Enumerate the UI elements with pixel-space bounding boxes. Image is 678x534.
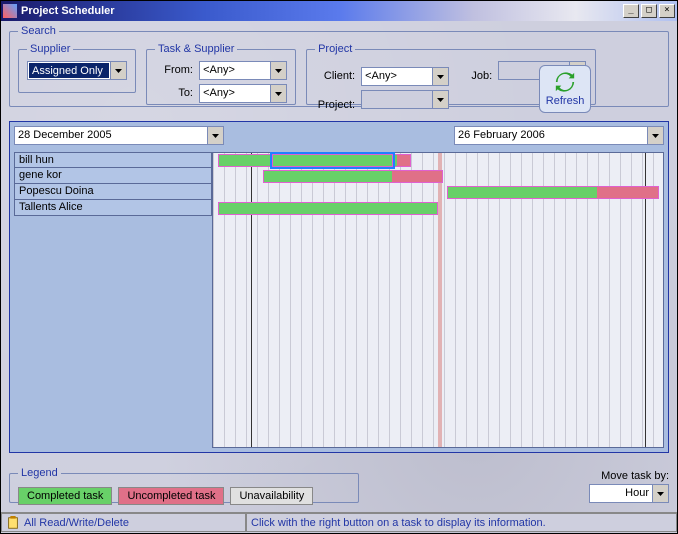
chevron-down-icon bbox=[110, 62, 126, 79]
project-group: Project Client: <Any> Job: bbox=[306, 43, 596, 105]
date-range-bar: 28 December 2005 26 February 2006 bbox=[14, 126, 664, 147]
task-done-segment bbox=[264, 171, 392, 182]
to-combo-value: <Any> bbox=[200, 85, 270, 102]
gantt-panel: 28 December 2005 26 February 2006 bill h… bbox=[9, 121, 669, 453]
app-icon bbox=[3, 4, 17, 18]
chevron-down-icon bbox=[270, 85, 286, 102]
status-permissions: All Read/Write/Delete bbox=[1, 513, 246, 532]
client-combo[interactable]: <Any> bbox=[361, 67, 449, 86]
task-supplier-legend: Task & Supplier bbox=[155, 43, 237, 55]
legend-completed: Completed task bbox=[18, 487, 112, 505]
project-combo[interactable] bbox=[361, 90, 449, 109]
client-combo-value: <Any> bbox=[362, 68, 432, 85]
project-combo-value bbox=[362, 91, 432, 108]
move-task-combo[interactable]: Hour bbox=[589, 484, 669, 503]
client-label: Client: bbox=[315, 70, 355, 82]
status-bar: All Read/Write/Delete Click with the rig… bbox=[1, 512, 677, 533]
range-start-marker bbox=[251, 153, 252, 447]
window-title: Project Scheduler bbox=[21, 5, 621, 17]
to-combo[interactable]: <Any> bbox=[199, 84, 287, 103]
client-area: Search Supplier Assigned Only Task & Sup… bbox=[1, 21, 677, 533]
project-label: Project: bbox=[315, 99, 355, 111]
supplier-combo-value: Assigned Only bbox=[29, 63, 109, 78]
chevron-down-icon bbox=[647, 127, 663, 144]
clipboard-icon bbox=[6, 516, 20, 530]
refresh-label: Refresh bbox=[546, 95, 585, 107]
gantt-row-label[interactable]: Popescu Doina bbox=[14, 184, 212, 200]
refresh-button[interactable]: Refresh bbox=[539, 65, 591, 113]
status-permissions-text: All Read/Write/Delete bbox=[24, 517, 129, 529]
task-done-segment bbox=[219, 203, 438, 214]
move-task-group: Move task by: Hour bbox=[589, 470, 669, 503]
gantt-row-labels: bill hungene korPopescu DoinaTallents Al… bbox=[14, 152, 212, 216]
move-task-label: Move task by: bbox=[589, 470, 669, 482]
project-legend: Project bbox=[315, 43, 355, 55]
task-done-segment bbox=[448, 187, 597, 198]
supplier-group: Supplier Assigned Only bbox=[18, 43, 136, 93]
gantt-row-label[interactable]: bill hun bbox=[14, 152, 212, 168]
gantt-row-label[interactable]: gene kor bbox=[14, 168, 212, 184]
gantt-timeline[interactable] bbox=[212, 152, 664, 448]
supplier-legend: Supplier bbox=[27, 43, 73, 55]
from-combo-value: <Any> bbox=[200, 62, 270, 79]
gantt-task-bar[interactable] bbox=[447, 186, 659, 199]
maximize-button[interactable]: □ bbox=[641, 4, 657, 18]
start-date-combo[interactable]: 28 December 2005 bbox=[14, 126, 224, 145]
gantt-task-bar[interactable] bbox=[263, 170, 443, 183]
legend-label: Legend bbox=[18, 467, 61, 479]
gantt-chart: bill hungene korPopescu DoinaTallents Al… bbox=[14, 152, 664, 448]
close-button[interactable]: × bbox=[659, 4, 675, 18]
end-date-combo[interactable]: 26 February 2006 bbox=[454, 126, 664, 145]
refresh-icon bbox=[554, 71, 576, 93]
chevron-down-icon bbox=[432, 91, 448, 108]
end-date-value: 26 February 2006 bbox=[455, 127, 647, 144]
task-undone-segment bbox=[392, 171, 442, 182]
search-group: Search Supplier Assigned Only Task & Sup… bbox=[9, 25, 669, 107]
chevron-down-icon bbox=[270, 62, 286, 79]
start-date-value: 28 December 2005 bbox=[15, 127, 207, 144]
from-combo[interactable]: <Any> bbox=[199, 61, 287, 80]
gantt-task-bar[interactable] bbox=[218, 202, 439, 215]
today-marker bbox=[438, 153, 442, 447]
chevron-down-icon bbox=[652, 485, 668, 502]
legend-unavailability: Unavailability bbox=[230, 487, 313, 505]
chevron-down-icon bbox=[207, 127, 223, 144]
move-task-value: Hour bbox=[590, 485, 652, 502]
task-undone-segment bbox=[597, 187, 658, 198]
supplier-combo[interactable]: Assigned Only bbox=[27, 61, 127, 80]
legend-uncompleted: Uncompleted task bbox=[118, 487, 224, 505]
gantt-task-bar-highlight[interactable] bbox=[272, 154, 394, 167]
status-hint-text: Click with the right button on a task to… bbox=[251, 517, 546, 529]
search-legend: Search bbox=[18, 25, 59, 37]
titlebar: Project Scheduler _ □ × bbox=[1, 1, 677, 21]
gantt-row-label[interactable]: Tallents Alice bbox=[14, 200, 212, 216]
app-window: Project Scheduler _ □ × Search Supplier … bbox=[0, 0, 678, 534]
task-supplier-group: Task & Supplier From: <Any> To: <Any> bbox=[146, 43, 296, 105]
minimize-button[interactable]: _ bbox=[623, 4, 639, 18]
to-label: To: bbox=[155, 87, 193, 99]
status-hint: Click with the right button on a task to… bbox=[246, 513, 677, 532]
from-label: From: bbox=[155, 64, 193, 76]
chevron-down-icon bbox=[432, 68, 448, 85]
legend-group: Legend Completed task Uncompleted task U… bbox=[9, 467, 359, 503]
task-undone-segment bbox=[397, 155, 410, 166]
job-label: Job: bbox=[464, 70, 492, 82]
